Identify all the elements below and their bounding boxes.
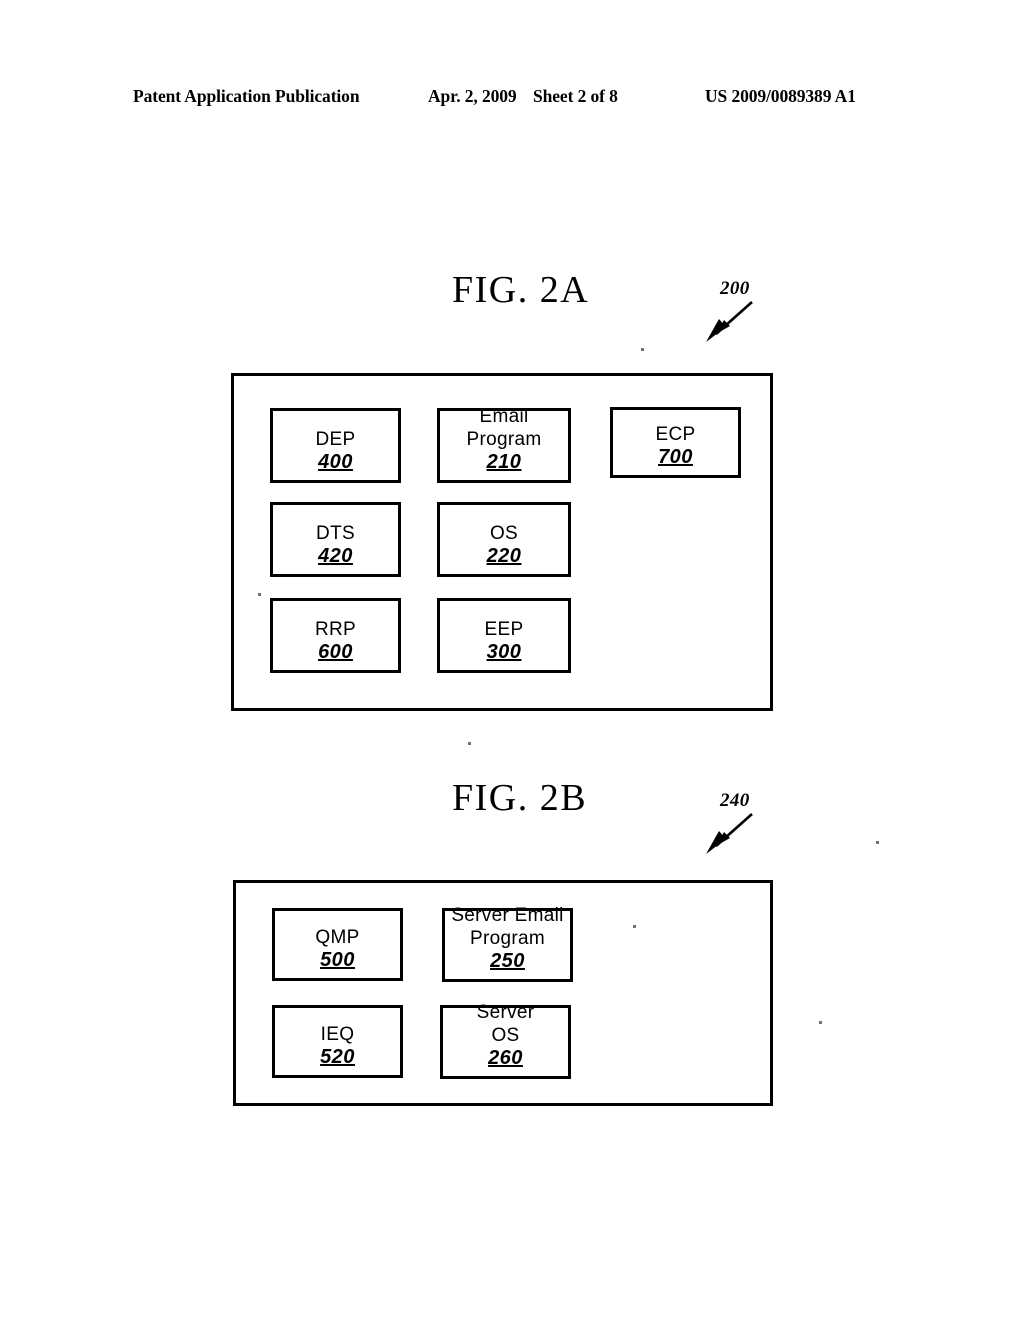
leader-arrow-icon: [706, 813, 753, 854]
component-label: Server Email Program: [451, 905, 564, 949]
header-publication-label: Patent Application Publication: [133, 86, 360, 106]
component-label: RRP: [314, 619, 356, 640]
component-number: 260: [488, 1047, 523, 1069]
component-number: 520: [320, 1046, 355, 1068]
component-box-rrp: RRP 600: [270, 598, 401, 673]
page-header: Patent Application Publication Apr. 2, 2…: [0, 86, 1024, 112]
component-box-os: OS 220: [437, 502, 571, 577]
component-box-dts: DTS 420: [270, 502, 401, 577]
component-box-server-email-program: Server Email Program 250: [442, 905, 573, 982]
component-label: DEP: [315, 429, 356, 450]
component-number: 400: [318, 451, 353, 473]
header-sheet-label: Sheet 2 of 8: [533, 86, 618, 106]
header-patent-number: US 2009/0089389 A1: [705, 86, 856, 106]
reference-numeral-240: 240: [720, 790, 750, 811]
scan-artifact: [641, 348, 644, 351]
component-box-dep: DEP 400: [270, 408, 401, 483]
scan-artifact: [258, 593, 261, 596]
reference-numeral-200: 200: [720, 278, 750, 299]
scan-artifact: [468, 742, 471, 745]
component-number: 700: [658, 446, 693, 468]
component-box-eep: EEP 300: [437, 598, 571, 673]
figure-2a-reference-callout: 200: [700, 278, 780, 342]
component-box-server-os: Server OS 260: [440, 1002, 571, 1079]
component-number: 210: [486, 451, 522, 473]
component-number: 420: [318, 545, 353, 567]
leader-arrow-icon: [706, 301, 753, 342]
component-box-ieq: IEQ 520: [272, 1005, 403, 1078]
scan-artifact: [819, 1021, 822, 1024]
scan-artifact: [633, 925, 636, 928]
figure-2a-title: FIG. 2A: [452, 269, 590, 311]
component-label: DTS: [316, 523, 355, 544]
component-box-ecp: ECP 700: [610, 407, 741, 478]
component-label: EEP: [484, 619, 524, 640]
component-label: OS: [489, 523, 519, 544]
component-box-qmp: QMP 500: [272, 908, 403, 981]
component-label: IEQ: [320, 1024, 355, 1045]
scan-artifact: [876, 841, 879, 844]
figure-2b-title: FIG. 2B: [452, 777, 588, 819]
component-number: 300: [486, 641, 522, 663]
component-number: 600: [318, 641, 353, 663]
component-label: Server OS: [476, 1002, 535, 1046]
component-number: 500: [320, 949, 355, 971]
component-label: ECP: [655, 424, 696, 445]
header-date-label: Apr. 2, 2009: [428, 86, 517, 106]
component-label: Email Program: [466, 406, 542, 450]
figure-2b-reference-callout: 240: [700, 790, 780, 854]
component-number: 250: [490, 950, 525, 972]
component-number: 220: [486, 545, 522, 567]
component-box-email-program: Email Program 210: [437, 406, 571, 483]
component-label: QMP: [315, 927, 360, 948]
